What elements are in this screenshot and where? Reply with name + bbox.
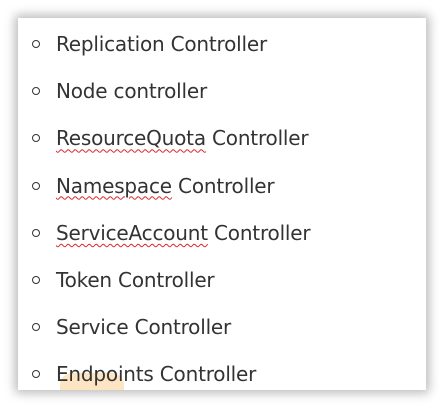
bullet-icon — [32, 228, 40, 237]
list-item-label: Replication Controller — [56, 32, 268, 56]
list-item-label: Controller — [205, 126, 309, 151]
spellcheck-word[interactable]: Namespace — [56, 174, 172, 198]
list-item-text: Endpoints Controller — [56, 362, 256, 386]
list-item-text: Service Controller — [56, 315, 231, 339]
list-item-text: Node controller — [56, 79, 207, 103]
spellcheck-word[interactable]: ResourceQuota — [56, 126, 206, 150]
list-item: Namespace Controller — [18, 169, 426, 216]
list-item-text: Namespace Controller — [56, 173, 275, 198]
bullet-icon — [32, 275, 40, 284]
list-item-text: ServiceAccount Controller — [56, 220, 311, 245]
list-item-label: Controller — [171, 173, 275, 198]
list-item: Endpoints Controller — [18, 357, 426, 390]
bullet-icon — [32, 134, 40, 143]
list-item-text: Token Controller — [56, 267, 215, 292]
bullet-icon — [32, 87, 40, 96]
bullet-icon — [32, 181, 40, 190]
list-item-label: Endpoints Controller — [56, 362, 257, 387]
list-item: Replication Controller — [18, 27, 426, 74]
bullet-icon — [32, 40, 40, 48]
list-item-label: Token Controller — [56, 267, 215, 292]
list-item: ResourceQuota Controller — [18, 121, 426, 168]
list-item-text: Replication Controller — [56, 32, 267, 56]
list-item-label: Controller — [207, 220, 311, 245]
list-item-label: Node controller — [56, 79, 207, 104]
list-item: Node controller — [18, 74, 426, 121]
list-item-label: Service Controller — [56, 315, 232, 340]
spellcheck-word[interactable]: ServiceAccount — [56, 221, 208, 245]
list-item: ServiceAccount Controller — [18, 216, 426, 263]
list-item: Token Controller — [18, 263, 426, 310]
bullet-icon — [32, 370, 40, 379]
document-panel: Replication Controller Node controller R… — [18, 18, 426, 390]
controller-list: Replication Controller Node controller R… — [18, 27, 426, 390]
list-item: Service Controller — [18, 310, 426, 357]
list-item-text: ResourceQuota Controller — [56, 126, 309, 151]
bullet-icon — [32, 323, 40, 332]
